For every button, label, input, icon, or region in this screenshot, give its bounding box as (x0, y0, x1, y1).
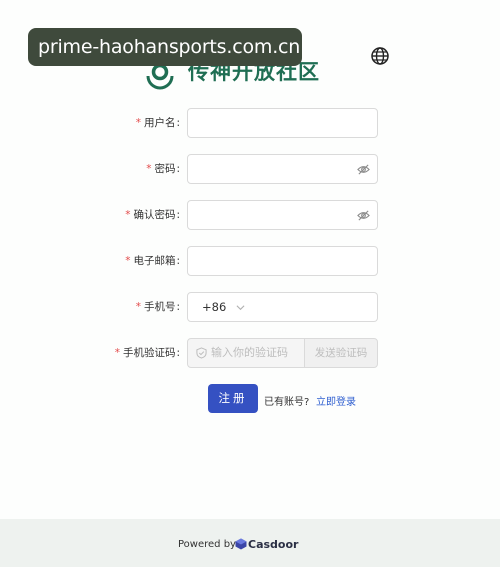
chevron-down-icon (236, 305, 245, 311)
globe-icon[interactable] (370, 46, 390, 66)
url-badge: prime-haohansports.com.cn (28, 28, 302, 66)
username-input[interactable] (187, 108, 378, 138)
casdoor-brand[interactable]: Casdoor (248, 538, 298, 551)
powered-by-text: Powered by (178, 539, 236, 550)
phone-row: * 手机号: +86 (0, 292, 500, 322)
have-account-text: 已有账号? (264, 397, 310, 408)
confirm-password-label: * 确认密码: (125, 209, 180, 221)
password-label: * 密码: (146, 163, 180, 175)
casdoor-logo-icon[interactable] (235, 538, 247, 550)
eye-invisible-icon[interactable] (357, 209, 370, 222)
confirm-password-input[interactable] (187, 200, 378, 230)
send-code-button[interactable]: 发送验证码 (304, 338, 378, 368)
username-label: * 用户名: (135, 117, 180, 129)
verification-row: * 手机验证码: 输入你的验证码 发送验证码 (0, 338, 500, 368)
email-row: * 电子邮箱: (0, 246, 500, 276)
shield-icon (196, 347, 207, 359)
country-code-value: +86 (202, 300, 227, 314)
phone-label: * 手机号: (135, 301, 180, 313)
username-row: * 用户名: (0, 108, 500, 138)
country-code-select[interactable]: +86 (187, 292, 254, 322)
password-input[interactable] (187, 154, 378, 184)
login-link[interactable]: 立即登录 (316, 393, 356, 408)
email-label: * 电子邮箱: (125, 255, 180, 267)
eye-invisible-icon[interactable] (357, 163, 370, 176)
verification-label: * 手机验证码: (114, 347, 180, 359)
email-input[interactable] (187, 246, 378, 276)
verification-placeholder: 输入你的验证码 (211, 346, 288, 359)
password-row: * 密码: (0, 154, 500, 184)
verification-code-input[interactable]: 输入你的验证码 (187, 338, 305, 368)
phone-input[interactable] (253, 292, 378, 322)
confirm-password-row: * 确认密码: (0, 200, 500, 230)
register-button[interactable]: 注册 (208, 384, 258, 413)
